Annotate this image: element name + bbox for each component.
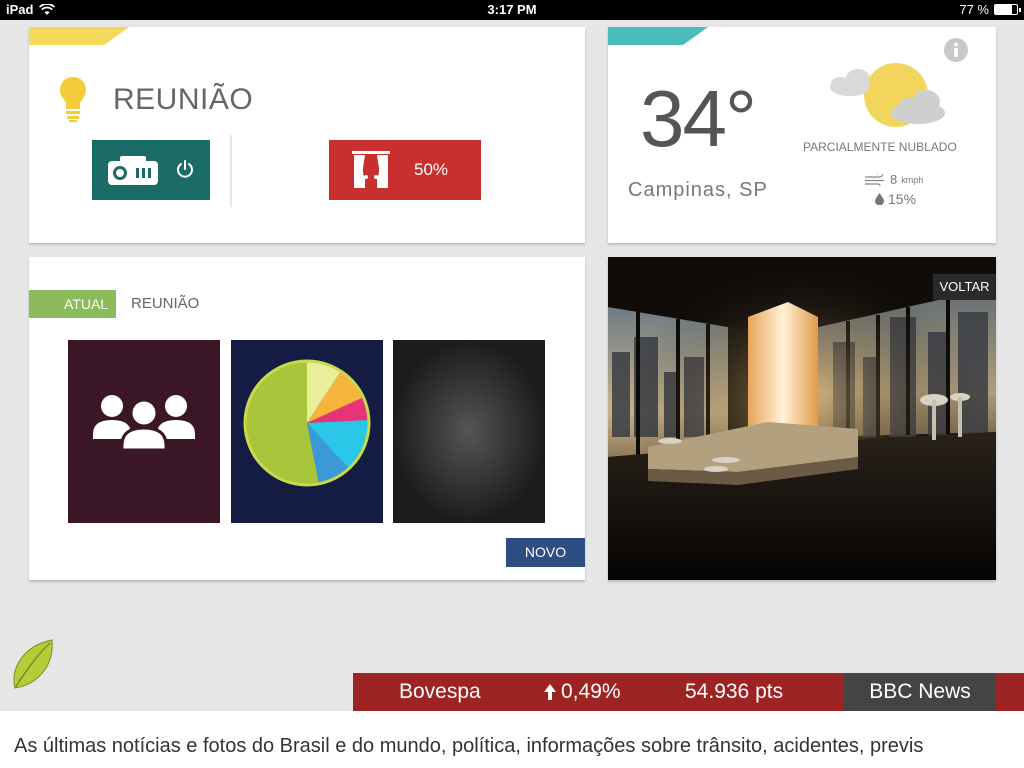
stock-ticker: Bovespa 0,49% 54.936 pts BBC News: [353, 673, 1024, 711]
projector-icon: [108, 156, 158, 185]
arrow-up-icon: [544, 684, 556, 700]
index-points: 54.936 pts: [685, 680, 784, 703]
temperature: 34°: [640, 74, 757, 163]
humidity-value: 15%: [888, 191, 917, 207]
curtain-control-button[interactable]: 50%: [329, 140, 481, 200]
news-strip[interactable]: As últimas notícias e fotos do Brasil e …: [0, 711, 1024, 768]
room-photo-card: VOLTAR: [608, 257, 996, 580]
humidity: 15%: [875, 191, 916, 207]
clock: 3:17 PM: [487, 2, 537, 17]
room-control-card: REUNIÃO 50%: [29, 27, 585, 243]
weather-condition: PARCIALMENTE NUBLADO: [803, 140, 957, 154]
wind-unit: kmph: [901, 174, 924, 185]
scene-tile-presentation[interactable]: [231, 340, 383, 523]
wind-value: 8: [890, 172, 898, 187]
pie-chart-icon: [243, 359, 371, 487]
light-bulb-icon[interactable]: [59, 75, 87, 123]
news-source-tab[interactable]: BBC News: [844, 673, 996, 711]
moon-icon: [393, 340, 545, 523]
curtain-level: 50%: [414, 160, 449, 179]
scenes-card: ATUAL REUNIÃO NOVO: [29, 257, 585, 580]
status-bar: iPad 3:17 PM 77 %: [0, 0, 1024, 20]
battery-icon: [994, 4, 1021, 15]
wind-icon: [865, 173, 884, 186]
scene-tile-night[interactable]: [393, 340, 545, 523]
battery-percent: 77 %: [959, 2, 989, 17]
curtain-icon: [352, 151, 390, 188]
water-drop-icon: [875, 193, 884, 205]
new-scene-button[interactable]: NOVO: [506, 538, 585, 567]
controls-divider: [230, 135, 232, 207]
room-title: REUNIÃO: [113, 83, 254, 116]
partly-cloudy-icon: [830, 63, 945, 127]
scene-tile-meeting[interactable]: [68, 340, 220, 523]
card-accent-tab: [29, 27, 129, 45]
index-name: Bovespa: [399, 680, 481, 703]
room-photo: [608, 257, 996, 580]
news-headline: As últimas notícias e fotos do Brasil e …: [14, 735, 924, 757]
index-change-value: 0,49%: [561, 680, 621, 703]
weather-card: 34° Campinas, SP PARCIALMENTE NUBLADO 8 …: [608, 27, 996, 243]
leaf-logo-icon[interactable]: [10, 638, 56, 692]
projector-power-button[interactable]: [92, 140, 210, 200]
card-accent-tab: [608, 27, 708, 45]
index-change: 0,49%: [543, 680, 621, 704]
people-group-icon: [93, 395, 195, 452]
wind-speed: 8 kmph: [864, 172, 923, 187]
current-badge: ATUAL: [29, 290, 116, 318]
current-scene-label: REUNIÃO: [131, 295, 200, 312]
back-button[interactable]: VOLTAR: [933, 274, 996, 300]
city-name: Campinas, SP: [628, 179, 768, 201]
power-icon: [177, 160, 193, 178]
